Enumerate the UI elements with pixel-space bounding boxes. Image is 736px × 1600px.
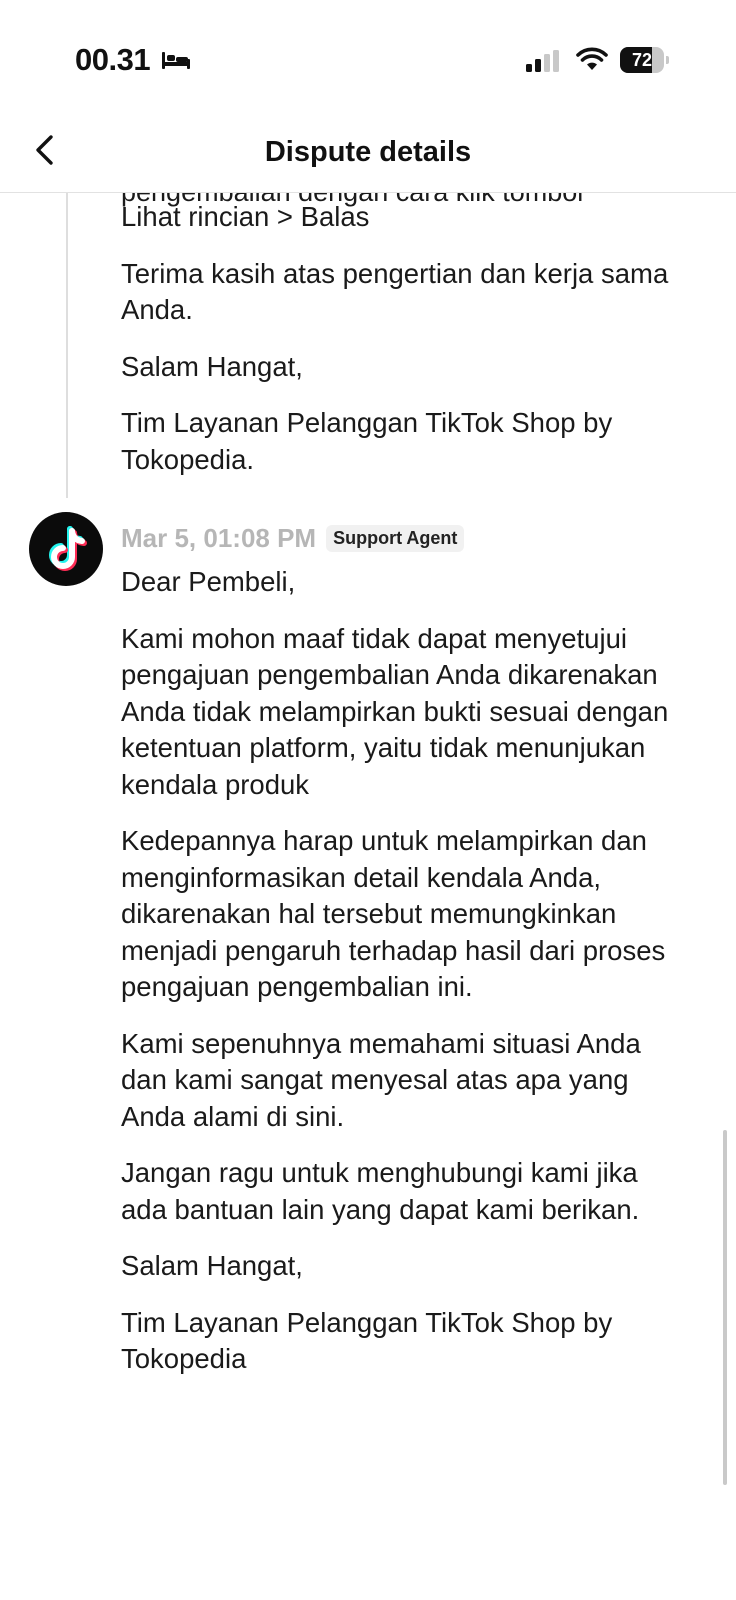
message-paragraph: Dear Pembeli, bbox=[121, 566, 296, 597]
message-meta: Mar 5, 01:08 PM Support Agent bbox=[121, 518, 465, 558]
cellular-signal-icon bbox=[526, 50, 559, 72]
message-paragraph: Kami sepenuhnya memahami situasi Anda da… bbox=[121, 1027, 641, 1132]
battery-icon: 72 bbox=[620, 47, 670, 73]
role-badge: Support Agent bbox=[326, 524, 465, 552]
message-paragraph: Salam Hangat, bbox=[121, 1250, 303, 1281]
dispute-thread: pengembalian dengan cara klik tombol Lih… bbox=[0, 193, 736, 1600]
message-paragraph: Lihat rincian > Balas bbox=[121, 201, 370, 232]
status-time: 00.31 bbox=[75, 42, 151, 77]
message-paragraph: Salam Hangat, bbox=[121, 350, 303, 382]
message-paragraph: Tim Layanan Pelanggan TikTok Shop by Tok… bbox=[121, 1306, 613, 1375]
page-title: Dispute details bbox=[264, 136, 472, 168]
message-paragraph: Kami mohon maaf tidak dapat menyetujui p… bbox=[121, 622, 669, 800]
scrollbar[interactable] bbox=[723, 1130, 727, 1485]
message-paragraph: Terima kasih atas pengertian dan kerja s… bbox=[121, 257, 669, 326]
app-header: Dispute details bbox=[0, 110, 736, 193]
support-message-body: Dear Pembeli, Kami mohon maaf tidak dapa… bbox=[121, 564, 691, 1398]
message-paragraph: Kedepannya harap untuk melampirkan dan m… bbox=[121, 825, 666, 1002]
wifi-icon bbox=[576, 47, 608, 70]
thread-connector-line bbox=[66, 193, 68, 498]
status-bar: 00.31 72 bbox=[0, 0, 736, 110]
message-paragraph: Tim Layanan Pelanggan TikTok Shop by Tok… bbox=[121, 407, 613, 475]
avatar bbox=[29, 512, 103, 586]
tiktok-logo-icon bbox=[49, 526, 87, 571]
battery-level: 72 bbox=[631, 50, 653, 70]
bed-icon bbox=[162, 52, 190, 69]
message-paragraph: Jangan ragu untuk menghubungi kami jika … bbox=[121, 1157, 640, 1225]
previous-message-body: Lihat rincian > Balas Terima kasih atas … bbox=[121, 199, 691, 498]
message-timestamp: Mar 5, 01:08 PM bbox=[121, 522, 317, 553]
